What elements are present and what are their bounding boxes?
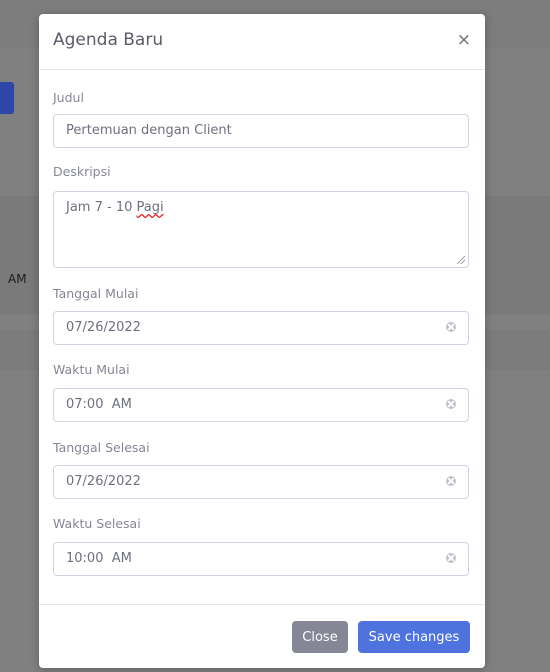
waktu-mulai-input[interactable]: 07:00 AM	[53, 388, 469, 422]
misspelled-word: Pagi	[136, 200, 164, 215]
save-changes-button[interactable]: Save changes	[358, 621, 470, 653]
agenda-modal: Agenda Baru × Judul Pertemuan dengan Cli…	[39, 14, 485, 668]
judul-label: Judul	[53, 90, 84, 105]
deskripsi-value: Jam 7 - 10 Pagi	[66, 200, 164, 215]
waktu-selesai-label: Waktu Selesai	[53, 516, 141, 531]
waktu-mulai-value: 07:00 AM	[66, 397, 132, 412]
tanggal-mulai-input[interactable]: 07/26/2022	[53, 311, 469, 345]
waktu-mulai-label: Waktu Mulai	[53, 362, 130, 377]
modal-title: Agenda Baru	[53, 30, 164, 50]
waktu-selesai-value: 10:00 AM	[66, 551, 132, 566]
tanggal-mulai-label: Tanggal Mulai	[53, 286, 139, 301]
clear-icon[interactable]	[446, 553, 456, 563]
close-button[interactable]: Close	[292, 621, 348, 653]
tanggal-mulai-value: 07/26/2022	[66, 320, 141, 335]
tanggal-selesai-value: 07/26/2022	[66, 474, 141, 489]
modal-header: Agenda Baru ×	[39, 14, 485, 70]
tanggal-selesai-input[interactable]: 07/26/2022	[53, 465, 469, 499]
close-icon[interactable]: ×	[457, 30, 471, 50]
clear-icon[interactable]	[446, 399, 456, 409]
modal-footer: Close Save changes	[39, 604, 485, 668]
judul-value: Pertemuan dengan Client	[66, 123, 232, 138]
waktu-selesai-input[interactable]: 10:00 AM	[53, 542, 469, 576]
resize-handle-icon[interactable]	[457, 256, 465, 264]
clear-icon[interactable]	[446, 322, 456, 332]
judul-input[interactable]: Pertemuan dengan Client	[53, 114, 469, 148]
background-blue-button	[0, 82, 14, 114]
deskripsi-label: Deskripsi	[53, 164, 111, 179]
background-time-text: AM	[8, 272, 27, 286]
tanggal-selesai-label: Tanggal Selesai	[53, 440, 150, 455]
deskripsi-textarea[interactable]: Jam 7 - 10 Pagi	[53, 191, 469, 268]
clear-icon[interactable]	[446, 476, 456, 486]
